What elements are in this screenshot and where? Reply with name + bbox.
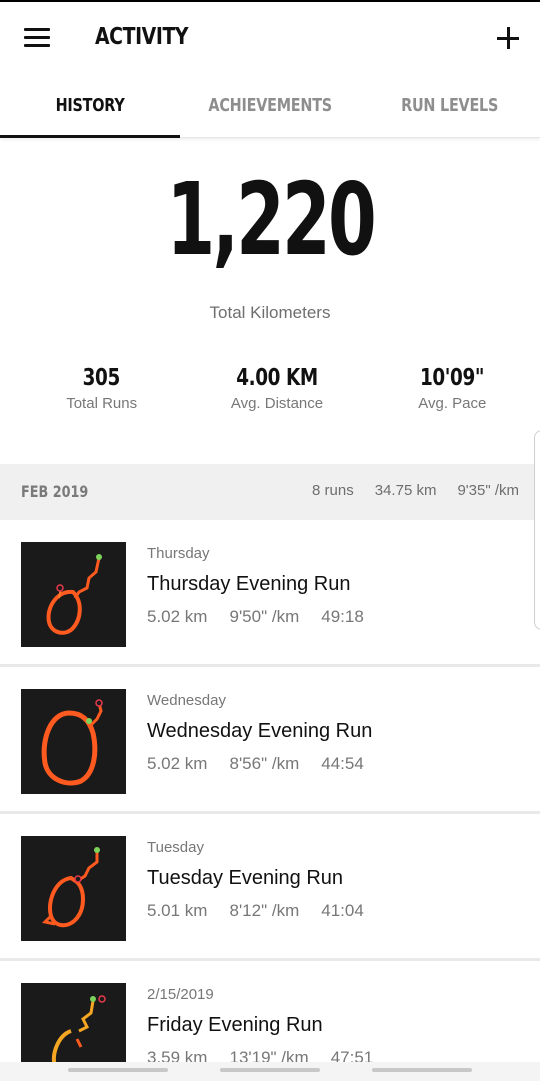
tab-label: HISTORY — [55, 95, 125, 116]
back-button[interactable] — [372, 1068, 472, 1072]
run-distance: 5.02 km — [147, 754, 208, 773]
run-distance: 5.01 km — [147, 901, 208, 920]
route-map-thumbnail — [21, 689, 126, 794]
month-pace: 9'35" /km — [457, 482, 519, 499]
run-meta: 5.02 km 8'56" /km 44:54 — [147, 754, 364, 774]
stat-total-runs: 305 Total Runs — [14, 365, 189, 412]
run-day: Thursday — [147, 545, 210, 562]
tab-achievements[interactable]: ACHIEVEMENTS — [180, 74, 360, 137]
month-distance: 34.75 km — [374, 482, 437, 499]
route-map-icon — [41, 847, 100, 928]
total-kilometers-label: Total Kilometers — [209, 303, 331, 322]
hamburger-menu-icon[interactable] — [24, 28, 50, 48]
month-stats: 8 runs 34.75 km 9'35" /km — [312, 482, 519, 499]
run-meta: 5.02 km 9'50" /km 49:18 — [147, 607, 364, 627]
tab-bar: HISTORY ACHIEVEMENTS RUN LEVELS — [0, 74, 540, 138]
run-list-item[interactable]: Tuesday Tuesday Evening Run 5.01 km 8'12… — [0, 815, 540, 961]
tab-history[interactable]: HISTORY — [0, 74, 180, 138]
stats-row: 305 Total Runs 4.00 KM Avg. Distance 10'… — [0, 365, 540, 412]
run-pace: 8'12" /km — [229, 901, 300, 920]
edge-panel-handle[interactable] — [534, 430, 540, 630]
run-pace: 9'50" /km — [229, 607, 300, 626]
page-title: ACTIVITY — [95, 24, 189, 50]
tab-label: RUN LEVELS — [401, 95, 499, 116]
stat-value: 4.00 KM — [236, 365, 318, 391]
route-map-icon — [41, 699, 103, 786]
run-day: Wednesday — [147, 692, 226, 709]
run-list-item[interactable]: Wednesday Wednesday Evening Run 5.02 km … — [0, 668, 540, 814]
run-pace: 8'56" /km — [229, 754, 300, 773]
add-icon[interactable] — [496, 26, 522, 52]
run-title: Friday Evening Run — [147, 1014, 323, 1036]
recent-apps-button[interactable] — [68, 1068, 168, 1072]
run-time: 41:04 — [321, 901, 364, 920]
route-map-thumbnail — [21, 836, 126, 941]
stat-value: 10'09" — [420, 365, 485, 391]
stat-value: 305 — [83, 365, 121, 391]
month-header[interactable]: FEB 2019 8 runs 34.75 km 9'35" /km — [0, 464, 540, 520]
month-name: FEB 2019 — [21, 482, 89, 501]
total-kilometers-value: 1,220 — [166, 161, 376, 278]
run-list-item[interactable]: Thursday Thursday Evening Run 5.02 km 9'… — [0, 521, 540, 667]
month-run-count: 8 runs — [312, 482, 354, 499]
tab-label: ACHIEVEMENTS — [208, 95, 332, 116]
run-day: Tuesday — [147, 839, 204, 856]
stat-label: Avg. Pace — [418, 395, 487, 412]
stat-avg-distance: 4.00 KM Avg. Distance — [189, 365, 364, 412]
run-title: Wednesday Evening Run — [147, 720, 373, 742]
route-map-thumbnail — [21, 542, 126, 647]
stat-avg-pace: 10'09" Avg. Pace — [365, 365, 540, 412]
run-time: 44:54 — [321, 754, 364, 773]
run-time: 49:18 — [321, 607, 364, 626]
tab-run-levels[interactable]: RUN LEVELS — [360, 74, 540, 137]
stat-label: Total Runs — [66, 395, 138, 412]
run-title: Thursday Evening Run — [147, 573, 351, 595]
run-title: Tuesday Evening Run — [147, 867, 344, 889]
run-distance: 5.02 km — [147, 607, 208, 626]
total-summary: 1,220 — [0, 170, 540, 270]
app-bar: ACTIVITY — [0, 2, 540, 74]
route-map-icon — [46, 554, 102, 635]
stat-label: Avg. Distance — [230, 395, 324, 412]
run-day: 2/15/2019 — [147, 986, 214, 1003]
run-meta: 5.01 km 8'12" /km 41:04 — [147, 901, 364, 921]
home-button[interactable] — [220, 1068, 320, 1072]
